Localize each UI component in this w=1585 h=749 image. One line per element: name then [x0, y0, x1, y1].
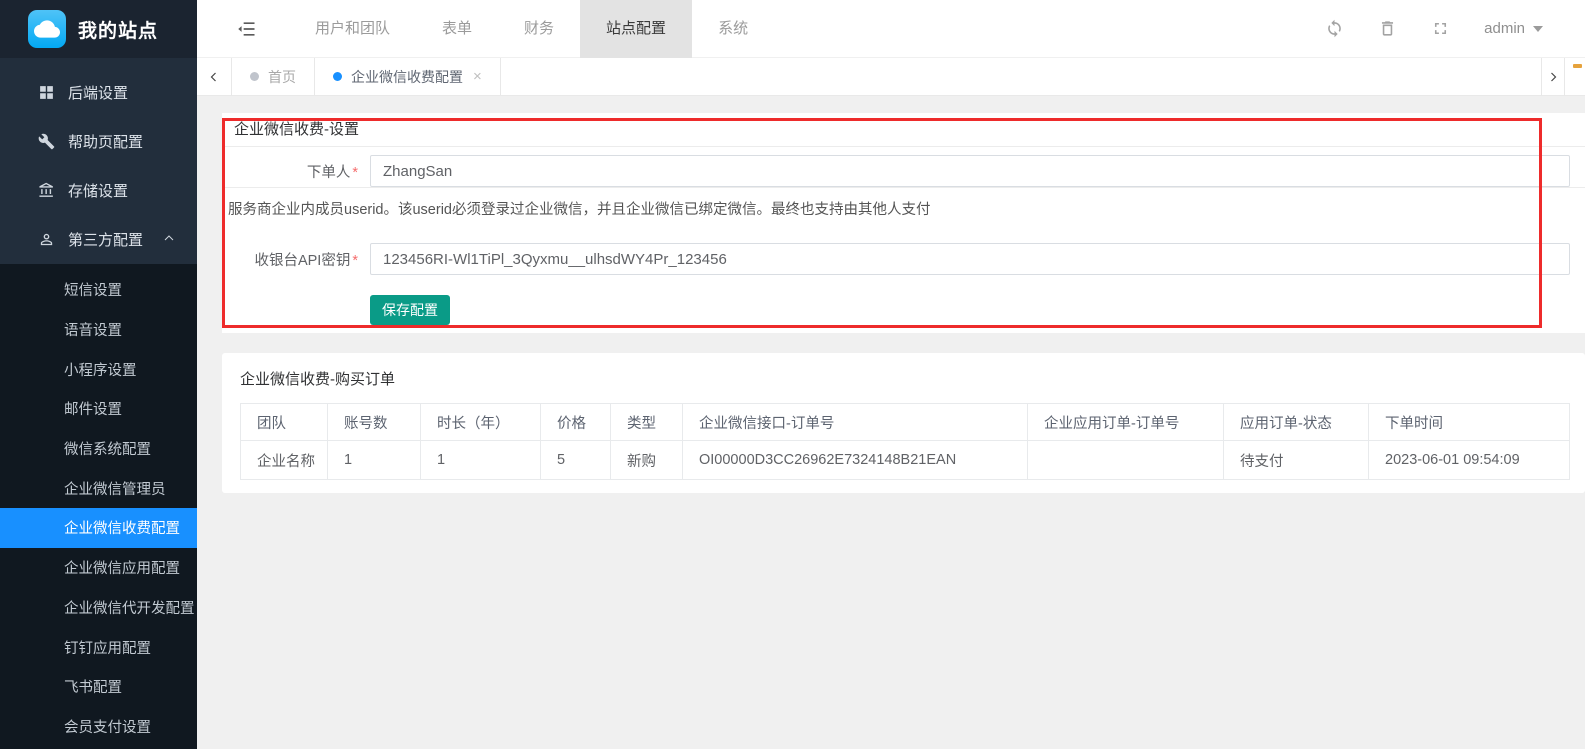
- top-nav: 用户和团队表单财务站点配置系统: [289, 0, 774, 58]
- table-header-row: 团队账号数时长（年）价格类型企业微信接口-订单号企业应用订单-订单号应用订单-状…: [241, 404, 1570, 441]
- table-cell: 企业名称: [241, 441, 328, 480]
- sidebar-item-label: 帮助页配置: [68, 131, 143, 152]
- apikey-label: 收银台API密钥*: [222, 249, 370, 270]
- sidebar-item-label: 第三方配置: [68, 229, 143, 250]
- nav-item[interactable]: 站点配置: [580, 0, 692, 58]
- tab-label: 企业微信收费配置: [351, 67, 463, 87]
- tabs-scroll-left-icon[interactable]: [197, 58, 232, 96]
- settings-title: 企业微信收费-设置: [222, 113, 1585, 147]
- column-header: 价格: [541, 404, 611, 441]
- bank-icon: [38, 182, 55, 199]
- nav-item[interactable]: 系统: [692, 0, 774, 58]
- sidebar-item-help-page-config[interactable]: 帮助页配置: [0, 117, 197, 166]
- tab-label: 首页: [268, 67, 296, 87]
- sidebar-subitem[interactable]: 钉钉应用配置: [0, 627, 197, 667]
- button-row: 保存配置: [222, 295, 1585, 325]
- nav-item[interactable]: 用户和团队: [289, 0, 416, 58]
- fullscreen-icon[interactable]: [1431, 19, 1450, 38]
- orderer-help-text: 服务商企业内成员userid。该userid必须登录过企业微信，并且企业微信已绑…: [222, 188, 1585, 231]
- sidebar-item-third-party-config[interactable]: 第三方配置: [0, 215, 197, 264]
- site-title: 我的站点: [78, 16, 158, 43]
- sidebar-menu: 后端设置 帮助页配置 存储设置 第三方配置: [0, 58, 197, 264]
- sidebar-subitem[interactable]: 企业微信收费配置: [0, 508, 197, 548]
- main-content: 企业微信收费-设置 下单人* 服务商企业内成员userid。该userid必须登…: [197, 96, 1585, 749]
- table-row: 企业名称115新购OI00000D3CC26962E7324148B21EAN待…: [241, 441, 1570, 480]
- sidebar-subitem[interactable]: 企业微信应用配置: [0, 548, 197, 588]
- sidebar-subitem[interactable]: 会员支付设置: [0, 707, 197, 747]
- sidebar-subitem[interactable]: 小程序设置: [0, 349, 197, 389]
- sidebar-subitem[interactable]: 微信系统配置: [0, 429, 197, 469]
- column-header: 时长（年）: [421, 404, 541, 441]
- top-header: 用户和团队表单财务站点配置系统 admin: [197, 0, 1585, 58]
- column-header: 企业应用订单-订单号: [1028, 404, 1224, 441]
- apikey-row: 收银台API密钥*: [222, 243, 1585, 275]
- logo: 我的站点: [0, 0, 197, 58]
- user-menu[interactable]: admin: [1484, 20, 1543, 37]
- sidebar: 我的站点 后端设置 帮助页配置 存储设置 第三方配置: [0, 0, 197, 749]
- chevron-up-icon: [163, 231, 175, 248]
- settings-card: 企业微信收费-设置 下单人* 服务商企业内成员userid。该userid必须登…: [222, 113, 1585, 333]
- person-icon: [38, 231, 55, 248]
- sidebar-subitem[interactable]: 语音设置: [0, 310, 197, 350]
- sidebar-item-storage-settings[interactable]: 存储设置: [0, 166, 197, 215]
- table-cell: 新购: [611, 441, 683, 480]
- required-asterisk: *: [352, 165, 358, 181]
- sidebar-subitem[interactable]: 飞书配置: [0, 667, 197, 707]
- sidebar-subitem[interactable]: 企业微信管理员: [0, 468, 197, 508]
- required-asterisk: *: [352, 253, 358, 269]
- sidebar-subitem[interactable]: 企业微信代开发配置: [0, 588, 197, 628]
- tab-dot-icon: [333, 72, 342, 81]
- save-config-button[interactable]: 保存配置: [370, 295, 450, 325]
- column-header: 类型: [611, 404, 683, 441]
- sidebar-item-label: 后端设置: [68, 82, 128, 103]
- table-cell: 2023-06-01 09:54:09: [1369, 441, 1570, 480]
- trash-icon[interactable]: [1378, 19, 1397, 38]
- column-header: 应用订单-状态: [1224, 404, 1369, 441]
- table-cell: OI00000D3CC26962E7324148B21EAN: [683, 441, 1028, 480]
- username: admin: [1484, 20, 1525, 37]
- table-cell: 5: [541, 441, 611, 480]
- grid-icon: [38, 84, 55, 101]
- orderer-row-wrap: 下单人*: [222, 147, 1585, 188]
- column-header: 下单时间: [1369, 404, 1570, 441]
- tabbar: 首页 企业微信收费配置 ×: [197, 58, 1585, 96]
- tabs-strip: 首页 企业微信收费配置 ×: [232, 58, 501, 95]
- table-cell: [1028, 441, 1224, 480]
- tab-overflow-mark: [1573, 64, 1582, 68]
- refresh-icon[interactable]: [1325, 19, 1344, 38]
- tab-dot-icon: [250, 72, 259, 81]
- wrench-icon: [38, 133, 55, 150]
- orders-table: 团队账号数时长（年）价格类型企业微信接口-订单号企业应用订单-订单号应用订单-状…: [240, 403, 1570, 480]
- sidebar-item-backend-settings[interactable]: 后端设置: [0, 68, 197, 117]
- cloud-logo-icon: [28, 10, 66, 48]
- orderer-label: 下单人*: [222, 161, 370, 182]
- tabs-scroll-right-icon[interactable]: [1541, 58, 1565, 96]
- apikey-input[interactable]: [370, 243, 1570, 275]
- orderer-input[interactable]: [370, 155, 1570, 187]
- sidebar-item-label: 存储设置: [68, 180, 128, 201]
- column-header: 账号数: [328, 404, 421, 441]
- header-right: admin: [1325, 19, 1585, 38]
- orders-card: 企业微信收费-购买订单 团队账号数时长（年）价格类型企业微信接口-订单号企业应用…: [222, 353, 1585, 493]
- sidebar-subitem[interactable]: 短信设置: [0, 270, 197, 310]
- nav-item[interactable]: 表单: [416, 0, 498, 58]
- sidebar-collapse-icon[interactable]: [237, 17, 261, 41]
- tab[interactable]: 首页: [232, 58, 315, 95]
- tab[interactable]: 企业微信收费配置 ×: [315, 58, 501, 95]
- chevron-down-icon: [1533, 26, 1543, 32]
- app-root: 我的站点 后端设置 帮助页配置 存储设置 第三方配置: [0, 0, 1585, 749]
- table-cell: 1: [328, 441, 421, 480]
- column-header: 企业微信接口-订单号: [683, 404, 1028, 441]
- orders-title: 企业微信收费-购买订单: [222, 353, 1585, 389]
- nav-item[interactable]: 财务: [498, 0, 580, 58]
- close-icon[interactable]: ×: [473, 69, 482, 84]
- table-cell: 1: [421, 441, 541, 480]
- table-cell: 待支付: [1224, 441, 1369, 480]
- sidebar-subitem[interactable]: 邮件设置: [0, 389, 197, 429]
- sidebar-submenu: 短信设置语音设置小程序设置邮件设置微信系统配置企业微信管理员企业微信收费配置企业…: [0, 264, 197, 749]
- column-header: 团队: [241, 404, 328, 441]
